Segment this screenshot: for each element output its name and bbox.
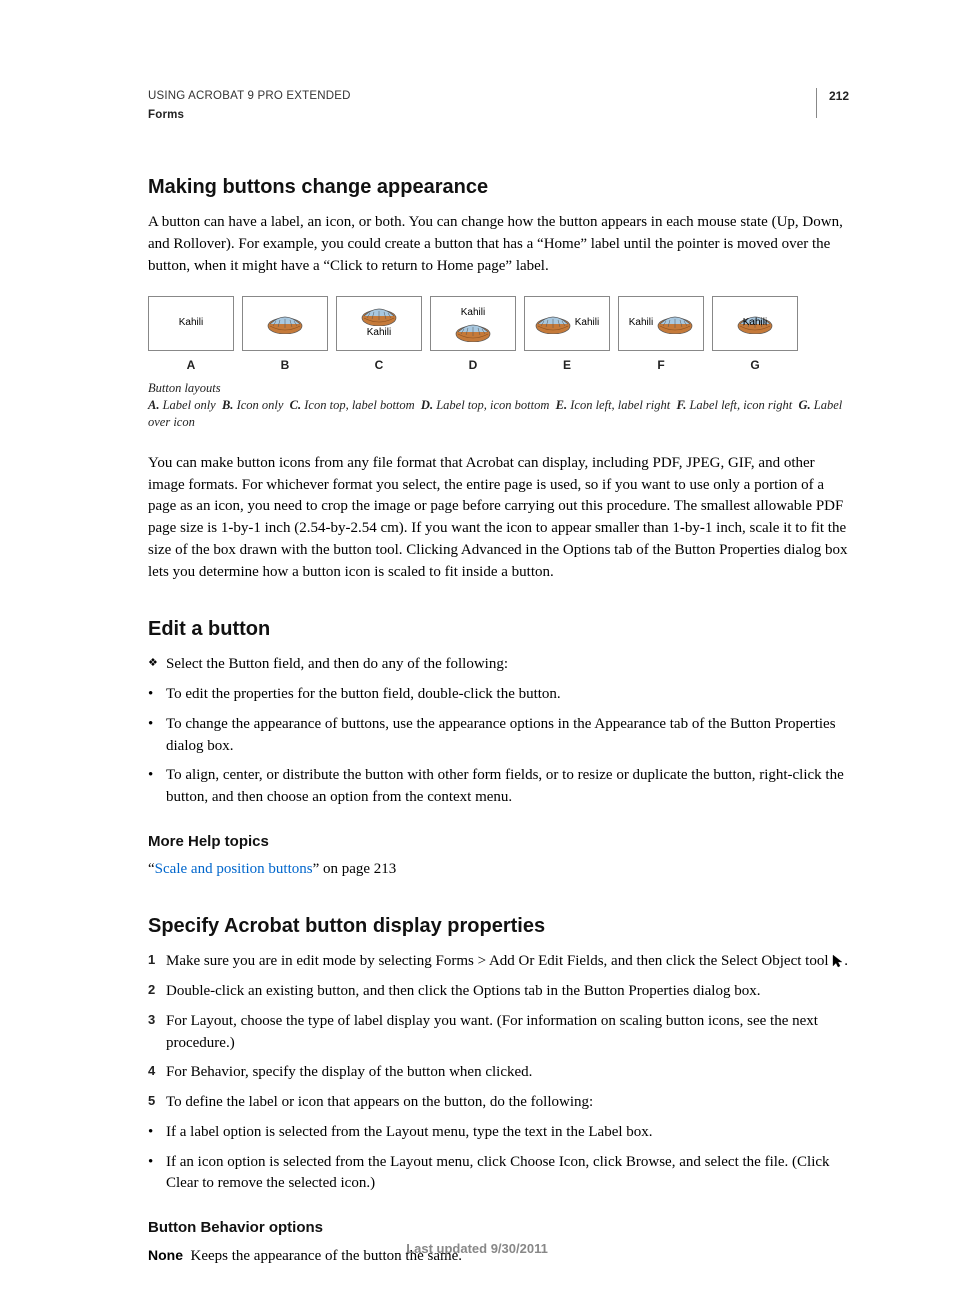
more-help-line: “Scale and position buttons” on page 213 <box>148 859 849 881</box>
list-item: • To change the appearance of buttons, u… <box>148 714 849 758</box>
swatch-label-left: Kahili <box>618 296 704 351</box>
swatch-icon-left: Kahili <box>524 296 610 351</box>
shell-icon <box>361 306 397 324</box>
select-object-tool-icon <box>832 954 844 968</box>
swatch-icon-only <box>242 296 328 351</box>
paragraph-icon-formats: You can make button icons from any file … <box>148 453 849 584</box>
figure-letter: F <box>618 357 704 374</box>
header-section: Forms <box>148 107 351 124</box>
list-item: • To edit the properties for the button … <box>148 684 849 706</box>
figure-letter: E <box>524 357 610 374</box>
bullet-icon: • <box>148 684 166 706</box>
heading-edit-button: Edit a button <box>148 615 849 644</box>
step-number: 2 <box>148 981 166 1003</box>
list-item-text: Select the Button field, and then do any… <box>166 654 849 676</box>
diamond-bullet-icon: ❖ <box>148 654 166 676</box>
shell-icon <box>657 314 693 332</box>
footer-updated: Last updated 9/30/2011 <box>0 1240 954 1259</box>
bullet-icon: • <box>148 1152 166 1196</box>
step-number: 1 <box>148 951 166 973</box>
swatch-label: Kahili <box>629 316 653 331</box>
step-text: To define the label or icon that appears… <box>166 1092 849 1114</box>
swatch-label: Kahili <box>743 316 767 331</box>
list-item-text: To align, center, or distribute the butt… <box>166 765 849 809</box>
list-item-text: If a label option is selected from the L… <box>166 1122 653 1144</box>
step-number: 3 <box>148 1011 166 1055</box>
figure-letter: A <box>148 357 234 374</box>
step-text: Double-click an existing button, and the… <box>166 981 849 1003</box>
swatch-label-top: Kahili <box>430 296 516 351</box>
figure-caption-legend: A. Label only B. Icon only C. Icon top, … <box>148 397 849 431</box>
step-item: 5 To define the label or icon that appea… <box>148 1092 849 1114</box>
header-doc-title: USING ACROBAT 9 PRO EXTENDED <box>148 88 351 105</box>
list-item: • To align, center, or distribute the bu… <box>148 765 849 809</box>
swatch-label: Kahili <box>179 316 203 331</box>
list-item-text: To change the appearance of buttons, use… <box>166 714 849 758</box>
swatch-label: Kahili <box>461 306 485 321</box>
link-scale-position[interactable]: Scale and position buttons <box>155 861 313 877</box>
heading-more-help: More Help topics <box>148 831 849 853</box>
figure-letter-row: A B C D E F G <box>148 357 849 374</box>
figure-caption-title: Button layouts <box>148 379 849 397</box>
step-item: 4 For Behavior, specify the display of t… <box>148 1062 849 1084</box>
heading-specify-display: Specify Acrobat button display propertie… <box>148 912 849 941</box>
page-number-container: 212 <box>816 88 849 118</box>
swatch-label-over: Kahili <box>712 296 798 351</box>
figure-button-layouts: Kahili Kahili Kahili Kahili Kahili <box>148 296 849 431</box>
heading-behavior-options: Button Behavior options <box>148 1217 849 1239</box>
list-item-text: If an icon option is selected from the L… <box>166 1152 849 1196</box>
figure-letter: D <box>430 357 516 374</box>
heading-making-buttons: Making buttons change appearance <box>148 173 849 202</box>
list-item: • If an icon option is selected from the… <box>148 1152 849 1196</box>
step-item: 1 Make sure you are in edit mode by sele… <box>148 951 849 973</box>
figure-letter: C <box>336 357 422 374</box>
bullet-icon: • <box>148 714 166 758</box>
step-number: 4 <box>148 1062 166 1084</box>
list-item: • If a label option is selected from the… <box>148 1122 849 1144</box>
step-text: For Behavior, specify the display of the… <box>166 1062 849 1084</box>
shell-icon <box>535 314 571 332</box>
shell-icon <box>267 314 303 332</box>
step-text: Make sure you are in edit mode by select… <box>166 951 849 973</box>
page-header: USING ACROBAT 9 PRO EXTENDED Forms 212 <box>148 88 849 123</box>
figure-letter: B <box>242 357 328 374</box>
paragraph-intro: A button can have a label, an icon, or b… <box>148 212 849 277</box>
step-number: 5 <box>148 1092 166 1114</box>
swatch-label: Kahili <box>575 316 599 331</box>
step-text: For Layout, choose the type of label dis… <box>166 1011 849 1055</box>
bullet-icon: • <box>148 1122 166 1144</box>
step-item: 2 Double-click an existing button, and t… <box>148 981 849 1003</box>
shell-icon <box>455 322 491 340</box>
list-item-intro: ❖ Select the Button field, and then do a… <box>148 654 849 676</box>
swatch-label: Kahili <box>367 326 391 341</box>
step-item: 3 For Layout, choose the type of label d… <box>148 1011 849 1055</box>
figure-letter: G <box>712 357 798 374</box>
swatch-label-only: Kahili <box>148 296 234 351</box>
list-item-text: To edit the properties for the button fi… <box>166 684 561 706</box>
page-number: 212 <box>829 88 849 105</box>
swatch-icon-top: Kahili <box>336 296 422 351</box>
bullet-icon: • <box>148 765 166 809</box>
